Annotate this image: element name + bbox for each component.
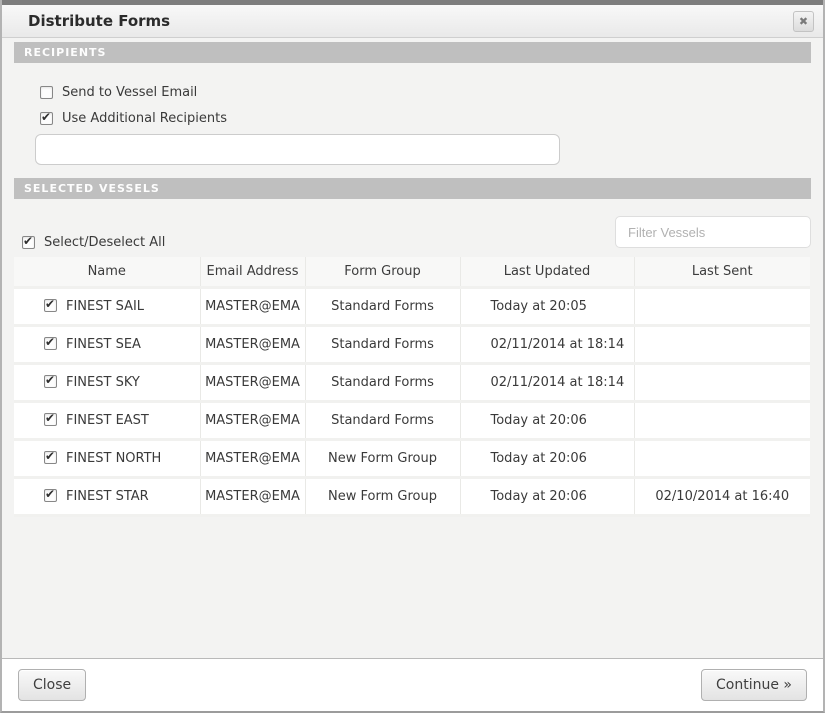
checkmark-icon: ✔ bbox=[45, 297, 55, 311]
form-group-cell: Standard Forms bbox=[305, 401, 460, 439]
row-checkbox[interactable]: ✔ bbox=[44, 489, 57, 502]
form-group-cell: Standard Forms bbox=[305, 325, 460, 363]
checkmark-icon: ✔ bbox=[45, 373, 55, 387]
form-group-cell: New Form Group bbox=[305, 439, 460, 477]
last-updated-cell: Today at 20:06 bbox=[460, 401, 634, 439]
table-row: ✔ FINEST NORTH MASTER@EMANew Form GroupTod… bbox=[14, 439, 810, 477]
checkmark-icon: ✔ bbox=[45, 335, 55, 349]
table-row: ✔ FINEST SKY MASTER@EMAStandard Forms02/11… bbox=[14, 363, 810, 401]
close-button[interactable]: Close bbox=[18, 669, 86, 701]
vessel-name: FINEST NORTH bbox=[66, 451, 161, 466]
filter-vessels-input[interactable] bbox=[615, 216, 811, 248]
email-cell: MASTER@EMA bbox=[200, 325, 305, 363]
send-to-vessel-email-label: Send to Vessel Email bbox=[62, 85, 197, 100]
last-sent-cell bbox=[634, 325, 810, 363]
use-additional-recipients-label: Use Additional Recipients bbox=[62, 111, 227, 126]
checkmark-icon: ✔ bbox=[41, 110, 51, 124]
form-group-cell: Standard Forms bbox=[305, 363, 460, 401]
row-checkbox[interactable]: ✔ bbox=[44, 413, 57, 426]
row-checkbox[interactable]: ✔ bbox=[44, 375, 57, 388]
vessel-name: FINEST EAST bbox=[66, 413, 149, 428]
table-row: ✔ FINEST SAIL MASTER@EMAStandard FormsToda… bbox=[14, 287, 810, 325]
table-row: ✔ FINEST STAR MASTER@EMANew Form GroupToda… bbox=[14, 477, 810, 515]
vessel-name-cell: ✔ FINEST SEA bbox=[14, 325, 200, 363]
select-deselect-all-checkbox[interactable]: ✔ bbox=[22, 236, 35, 249]
vessel-name: FINEST SEA bbox=[66, 337, 141, 352]
table-body: ✔FINEST SAILMASTER@EMAStandard FormsToda… bbox=[14, 287, 810, 515]
form-group-cell: Standard Forms bbox=[305, 287, 460, 325]
vessel-name-cell: ✔ FINEST EAST bbox=[14, 401, 200, 439]
form-group-cell: New Form Group bbox=[305, 477, 460, 515]
close-icon: ✖ bbox=[799, 15, 808, 28]
last-updated-cell: 02/11/2014 at 18:14 bbox=[460, 325, 634, 363]
checkmark-icon: ✔ bbox=[45, 449, 55, 463]
select-deselect-all-label: Select/Deselect All bbox=[44, 235, 165, 250]
table-header-row: NameEmail AddressForm GroupLast UpdatedL… bbox=[14, 257, 810, 287]
column-header: Name bbox=[14, 257, 200, 287]
vessel-name-cell: ✔ FINEST NORTH bbox=[14, 439, 200, 477]
checkmark-icon: ✔ bbox=[45, 411, 55, 425]
dialog-footer: Close Continue » bbox=[2, 658, 823, 711]
table-row: ✔ FINEST SEA MASTER@EMAStandard Forms02/11… bbox=[14, 325, 810, 363]
vessel-name-cell: ✔ FINEST SAIL bbox=[14, 287, 200, 325]
last-updated-cell: Today at 20:06 bbox=[460, 477, 634, 515]
select-deselect-all-option[interactable]: ✔ Select/Deselect All bbox=[22, 235, 165, 250]
row-checkbox[interactable]: ✔ bbox=[44, 299, 57, 312]
row-checkbox[interactable]: ✔ bbox=[44, 337, 57, 350]
use-additional-recipients-option[interactable]: ✔ Use Additional Recipients bbox=[40, 111, 811, 126]
last-updated-cell: 02/11/2014 at 18:14 bbox=[460, 363, 634, 401]
column-header: Email Address bbox=[200, 257, 305, 287]
last-updated-cell: Today at 20:06 bbox=[460, 439, 634, 477]
send-to-vessel-email-checkbox[interactable] bbox=[40, 86, 53, 99]
vessel-name-cell: ✔ FINEST SKY bbox=[14, 363, 200, 401]
column-header: Last Updated bbox=[460, 257, 634, 287]
selected-vessels-section-header: SELECTED VESSELS bbox=[14, 178, 811, 199]
email-cell: MASTER@EMA bbox=[200, 287, 305, 325]
checkmark-icon: ✔ bbox=[45, 487, 55, 501]
checkmark-icon: ✔ bbox=[23, 234, 33, 248]
vessel-name: FINEST SAIL bbox=[66, 299, 144, 314]
additional-recipients-input[interactable] bbox=[35, 134, 560, 165]
send-to-vessel-email-option[interactable]: Send to Vessel Email bbox=[40, 85, 811, 100]
recipients-section-header: RECIPIENTS bbox=[14, 42, 811, 63]
vessel-name: FINEST SKY bbox=[66, 375, 140, 390]
last-sent-cell bbox=[634, 439, 810, 477]
last-sent-cell bbox=[634, 401, 810, 439]
dialog-titlebar: Distribute Forms ✖ bbox=[2, 5, 823, 38]
column-header: Last Sent bbox=[634, 257, 810, 287]
vessels-table: NameEmail AddressForm GroupLast UpdatedL… bbox=[14, 257, 810, 517]
vessel-name: FINEST STAR bbox=[66, 489, 149, 504]
column-header: Form Group bbox=[305, 257, 460, 287]
dialog-body: RECIPIENTS Send to Vessel Email ✔ Use Ad… bbox=[2, 38, 823, 658]
vessels-toolbar: ✔ Select/Deselect All bbox=[14, 199, 811, 257]
last-sent-cell bbox=[634, 363, 810, 401]
last-sent-cell bbox=[634, 287, 810, 325]
email-cell: MASTER@EMA bbox=[200, 477, 305, 515]
continue-button[interactable]: Continue » bbox=[701, 669, 807, 701]
dialog-close-button[interactable]: ✖ bbox=[793, 11, 814, 32]
email-cell: MASTER@EMA bbox=[200, 363, 305, 401]
row-checkbox[interactable]: ✔ bbox=[44, 451, 57, 464]
vessel-name-cell: ✔ FINEST STAR bbox=[14, 477, 200, 515]
email-cell: MASTER@EMA bbox=[200, 401, 305, 439]
use-additional-recipients-checkbox[interactable]: ✔ bbox=[40, 112, 53, 125]
last-updated-cell: Today at 20:05 bbox=[460, 287, 634, 325]
table-row: ✔ FINEST EAST MASTER@EMAStandard FormsToda… bbox=[14, 401, 810, 439]
email-cell: MASTER@EMA bbox=[200, 439, 305, 477]
dialog-title: Distribute Forms bbox=[2, 12, 170, 30]
distribute-forms-dialog: Distribute Forms ✖ RECIPIENTS Send to Ve… bbox=[0, 0, 825, 713]
last-sent-cell: 02/10/2014 at 16:40 bbox=[634, 477, 810, 515]
